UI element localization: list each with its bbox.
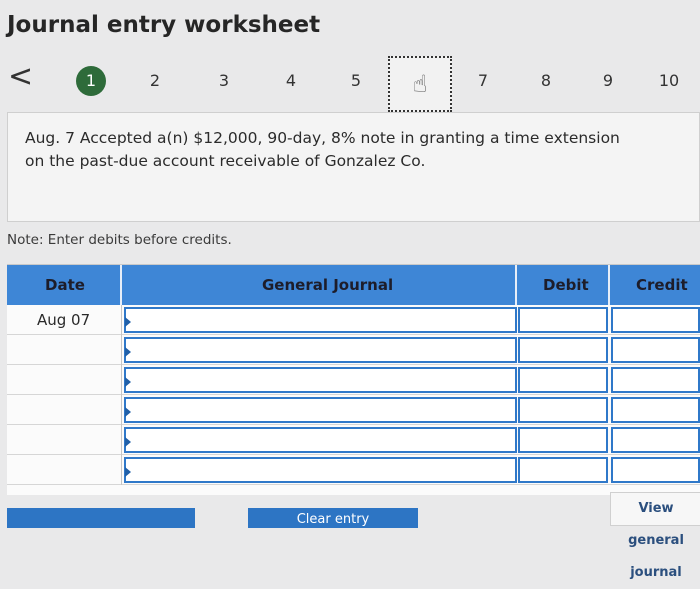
row-marker-icon bbox=[125, 407, 131, 417]
row-marker-icon bbox=[125, 347, 131, 357]
row-marker-icon bbox=[125, 377, 131, 387]
account-input[interactable] bbox=[124, 337, 517, 363]
page-title: Journal entry worksheet bbox=[7, 12, 321, 38]
question-line-1: Aug. 7 Accepted a(n) $12,000, 90-day, 8%… bbox=[25, 129, 620, 147]
debit-input[interactable] bbox=[518, 397, 608, 423]
view-general-journal-button[interactable]: View general journal bbox=[610, 492, 700, 580]
step-8[interactable]: 8 bbox=[531, 66, 561, 96]
step-4[interactable]: 4 bbox=[276, 66, 306, 96]
step-10[interactable]: 10 bbox=[654, 66, 684, 96]
table-row bbox=[7, 395, 700, 425]
header-general-journal: General Journal bbox=[122, 265, 517, 305]
instruction-note: Note: Enter debits before credits. bbox=[7, 232, 232, 248]
date-cell[interactable] bbox=[7, 425, 122, 455]
debit-input[interactable] bbox=[518, 427, 608, 453]
debit-input[interactable] bbox=[518, 307, 608, 333]
prev-step-icon[interactable]: < bbox=[8, 62, 33, 92]
question-line-2: on the past-due account receivable of Go… bbox=[25, 152, 426, 170]
record-entry-button[interactable] bbox=[7, 508, 195, 528]
table-header: Date General Journal Debit Credit bbox=[7, 265, 700, 305]
account-input[interactable] bbox=[124, 427, 517, 453]
step-6-current[interactable]: ☝ bbox=[388, 56, 452, 112]
date-cell[interactable]: Aug 07 bbox=[7, 305, 122, 335]
account-input[interactable] bbox=[124, 457, 517, 483]
table-row: Aug 07 bbox=[7, 305, 700, 335]
credit-input[interactable] bbox=[611, 397, 700, 423]
header-credit: Credit bbox=[610, 265, 700, 305]
header-debit: Debit bbox=[517, 265, 610, 305]
debit-input[interactable] bbox=[518, 457, 608, 483]
account-input[interactable] bbox=[124, 307, 517, 333]
credit-input[interactable] bbox=[611, 427, 700, 453]
debit-input[interactable] bbox=[518, 367, 608, 393]
date-cell[interactable] bbox=[7, 335, 122, 365]
table-row bbox=[7, 365, 700, 395]
journal-table: Date General Journal Debit Credit Aug 07 bbox=[7, 264, 700, 495]
row-marker-icon bbox=[125, 317, 131, 327]
date-cell[interactable] bbox=[7, 395, 122, 425]
credit-input[interactable] bbox=[611, 367, 700, 393]
clear-entry-button[interactable]: Clear entry bbox=[248, 508, 418, 528]
debit-input[interactable] bbox=[518, 337, 608, 363]
account-input[interactable] bbox=[124, 397, 517, 423]
row-marker-icon bbox=[125, 467, 131, 477]
credit-input[interactable] bbox=[611, 307, 700, 333]
step-5[interactable]: 5 bbox=[341, 66, 371, 96]
step-2[interactable]: 2 bbox=[140, 66, 170, 96]
table-row bbox=[7, 425, 700, 455]
credit-input[interactable] bbox=[611, 457, 700, 483]
step-7[interactable]: 7 bbox=[468, 66, 498, 96]
transaction-description: Aug. 7 Accepted a(n) $12,000, 90-day, 8%… bbox=[7, 112, 700, 222]
table-row bbox=[7, 335, 700, 365]
header-date: Date bbox=[7, 265, 122, 305]
hand-pointer-icon: ☝ bbox=[412, 70, 428, 98]
step-1[interactable]: 1 bbox=[76, 66, 106, 96]
step-3[interactable]: 3 bbox=[209, 66, 239, 96]
step-9[interactable]: 9 bbox=[593, 66, 623, 96]
credit-input[interactable] bbox=[611, 337, 700, 363]
date-cell[interactable] bbox=[7, 455, 122, 485]
account-input[interactable] bbox=[124, 367, 517, 393]
table-row bbox=[7, 455, 700, 485]
date-cell[interactable] bbox=[7, 365, 122, 395]
step-navigation: < 1 2 3 4 5 ☝ 7 8 9 10 bbox=[0, 56, 700, 112]
row-marker-icon bbox=[125, 437, 131, 447]
